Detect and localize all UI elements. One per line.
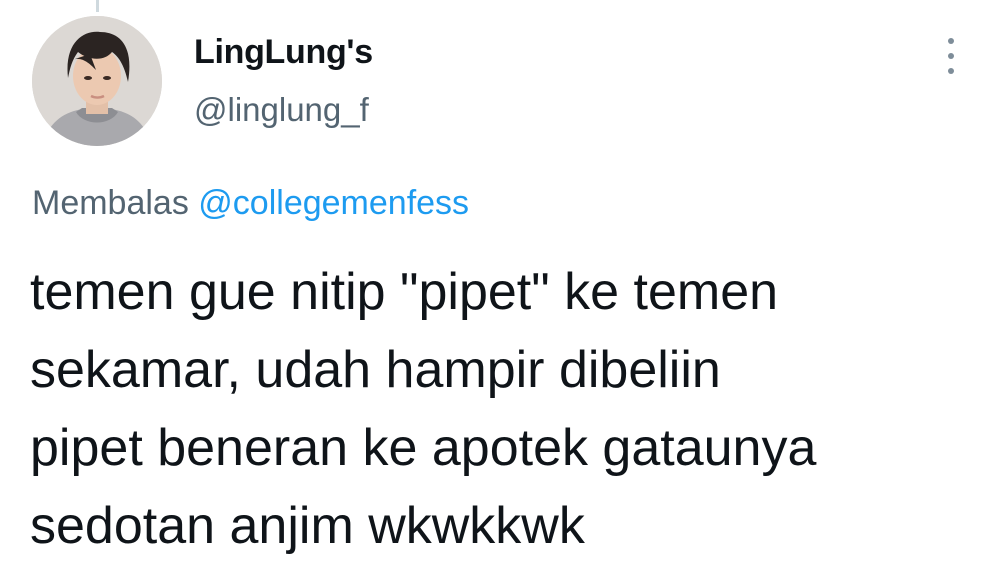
more-vertical-icon	[948, 38, 954, 44]
tweet-header: LingLung's @linglung_f	[194, 30, 373, 132]
tweet-text-line: temen gue nitip "pipet" ke temen	[30, 263, 779, 321]
tweet-text: temen gue nitip "pipet" ke temen sekamar…	[30, 253, 980, 565]
tweet-text-line: pipet beneran ke apotek gataunya	[30, 419, 817, 477]
tweet-text-line: sekamar, udah hampir dibeliin	[30, 341, 721, 399]
avatar[interactable]	[32, 16, 162, 146]
reply-prefix: Membalas	[32, 184, 189, 222]
profile-photo-icon	[32, 16, 162, 146]
more-vertical-icon-dot	[948, 53, 954, 59]
display-name[interactable]: LingLung's	[194, 30, 373, 74]
reply-context: Membalas @collegemenfess	[32, 181, 469, 225]
more-vertical-icon-dot	[948, 68, 954, 74]
tweet-text-line: sedotan anjim wkwkkwk	[30, 497, 585, 555]
user-handle[interactable]: @linglung_f	[194, 88, 373, 132]
more-options-button[interactable]	[934, 36, 968, 76]
thread-connector-line	[96, 0, 99, 12]
reply-mention-link[interactable]: @collegemenfess	[198, 184, 469, 222]
